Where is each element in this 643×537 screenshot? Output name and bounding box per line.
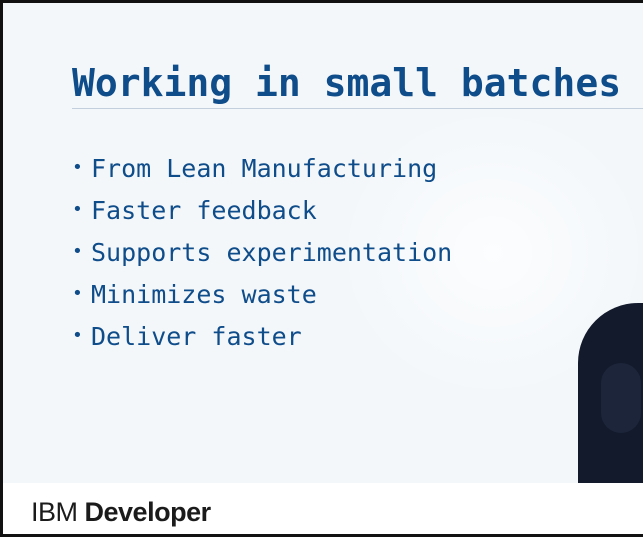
bullet-dot-icon: •	[72, 325, 83, 346]
brand-prefix: IBM	[31, 497, 78, 527]
ibm-developer-logo: IBM Developer	[31, 497, 211, 528]
bullet-dot-icon: •	[72, 283, 83, 304]
footer-bar: IBM Developer	[3, 483, 643, 534]
presentation-slide: Working in small batches • From Lean Man…	[3, 3, 643, 483]
video-frame: Working in small batches • From Lean Man…	[0, 0, 643, 537]
brand-name: Developer	[84, 497, 212, 527]
bullet-dot-icon: •	[72, 241, 83, 262]
bullet-text: Minimizes waste	[91, 279, 317, 309]
bullet-text: From Lean Manufacturing	[91, 153, 438, 183]
title-underline	[72, 108, 643, 109]
bullet-text: Faster feedback	[91, 195, 317, 225]
slide-title: Working in small batches	[72, 61, 622, 105]
bullet-item-deliver: • Deliver faster	[72, 315, 452, 357]
bullet-item-lean: • From Lean Manufacturing	[72, 147, 452, 189]
bullet-text: Deliver faster	[91, 321, 302, 351]
bullet-item-waste: • Minimizes waste	[72, 273, 452, 315]
bullet-dot-icon: •	[72, 157, 83, 178]
bullet-item-experimentation: • Supports experimentation	[72, 231, 452, 273]
bullet-text: Supports experimentation	[91, 237, 453, 267]
bullet-dot-icon: •	[72, 199, 83, 220]
bullet-item-feedback: • Faster feedback	[72, 189, 452, 231]
presenter-hand	[601, 363, 641, 433]
bullet-list: • From Lean Manufacturing • Faster feedb…	[72, 147, 452, 357]
